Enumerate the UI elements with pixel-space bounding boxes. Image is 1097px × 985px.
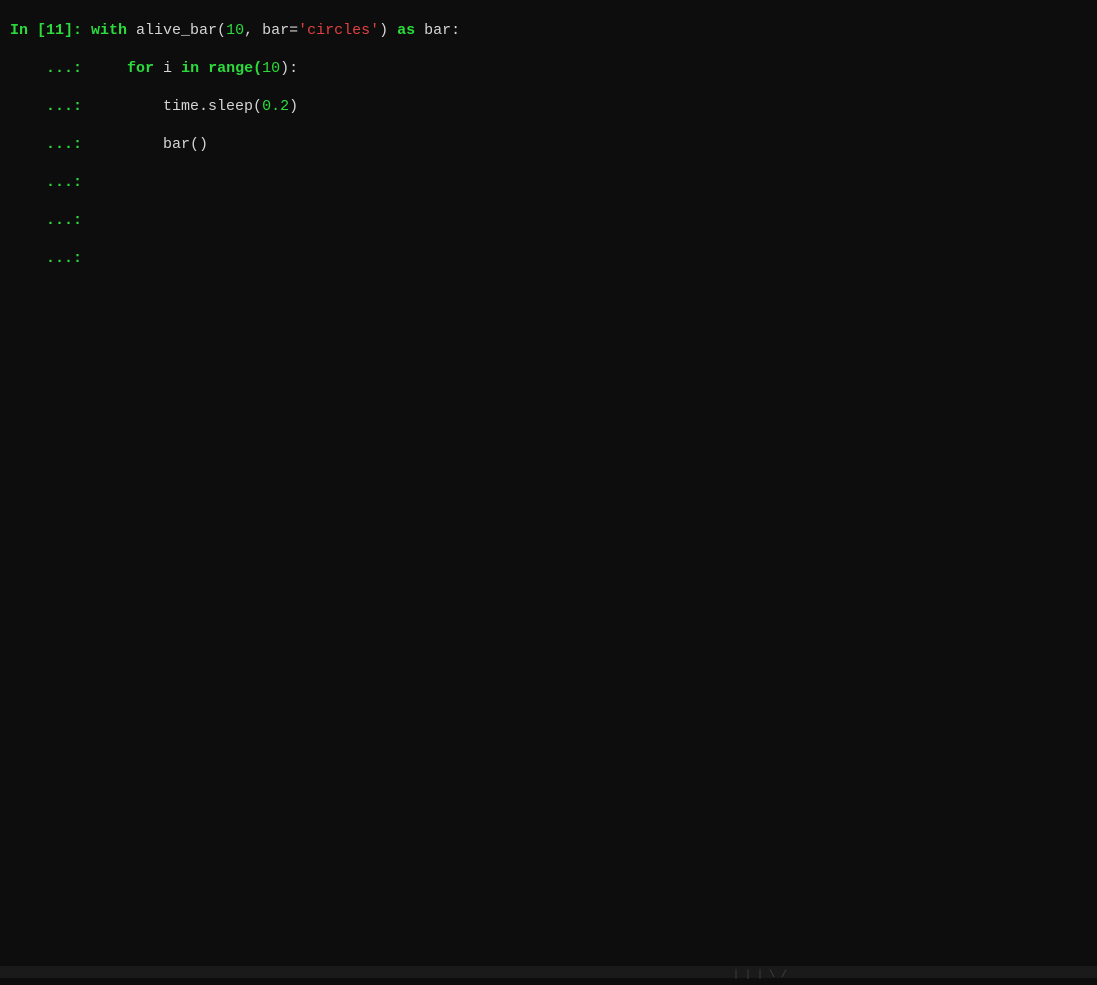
number-literal: 0.2 (262, 98, 289, 115)
code-text: time.sleep( (163, 98, 262, 115)
input-prompt: In [11]: (10, 22, 91, 39)
keyword-for: for (127, 60, 154, 77)
indent (91, 98, 163, 115)
code-text (199, 60, 208, 77)
code-text: ) (289, 98, 298, 115)
code-line-6: ...: (10, 211, 1087, 230)
continuation-prompt: ...: (10, 60, 91, 77)
status-bar: | | | \ / (0, 966, 1097, 978)
code-line-1: In [11]: with alive_bar(10, bar='circles… (10, 21, 1087, 40)
continuation-prompt: ...: (10, 136, 91, 153)
code-text: i (154, 60, 181, 77)
code-line-5: ...: (10, 173, 1087, 192)
continuation-prompt: ...: (10, 174, 91, 191)
continuation-prompt: ...: (10, 98, 91, 115)
terminal-output[interactable]: In [11]: with alive_bar(10, bar='circles… (10, 2, 1087, 287)
continuation-prompt: ...: (10, 250, 91, 267)
code-text: bar: (415, 22, 460, 39)
keyword-with: with (91, 22, 127, 39)
code-text: , bar= (244, 22, 298, 39)
code-line-7: ...: (10, 249, 1087, 268)
code-text (127, 22, 136, 39)
code-text: alive_bar( (136, 22, 226, 39)
keyword-as: as (397, 22, 415, 39)
number-literal: 10 (226, 22, 244, 39)
code-text: ) (379, 22, 397, 39)
code-text: bar() (163, 136, 208, 153)
string-literal: 'circles' (298, 22, 379, 39)
code-line-2: ...: for i in range(10): (10, 59, 1087, 78)
code-line-4: ...: bar() (10, 135, 1087, 154)
continuation-prompt: ...: (10, 212, 91, 229)
keyword-in: in (181, 60, 199, 77)
indent (91, 60, 127, 77)
builtin-range: range( (208, 60, 262, 77)
code-line-3: ...: time.sleep(0.2) (10, 97, 1087, 116)
code-text: ): (280, 60, 298, 77)
indent (91, 136, 163, 153)
number-literal: 10 (262, 60, 280, 77)
